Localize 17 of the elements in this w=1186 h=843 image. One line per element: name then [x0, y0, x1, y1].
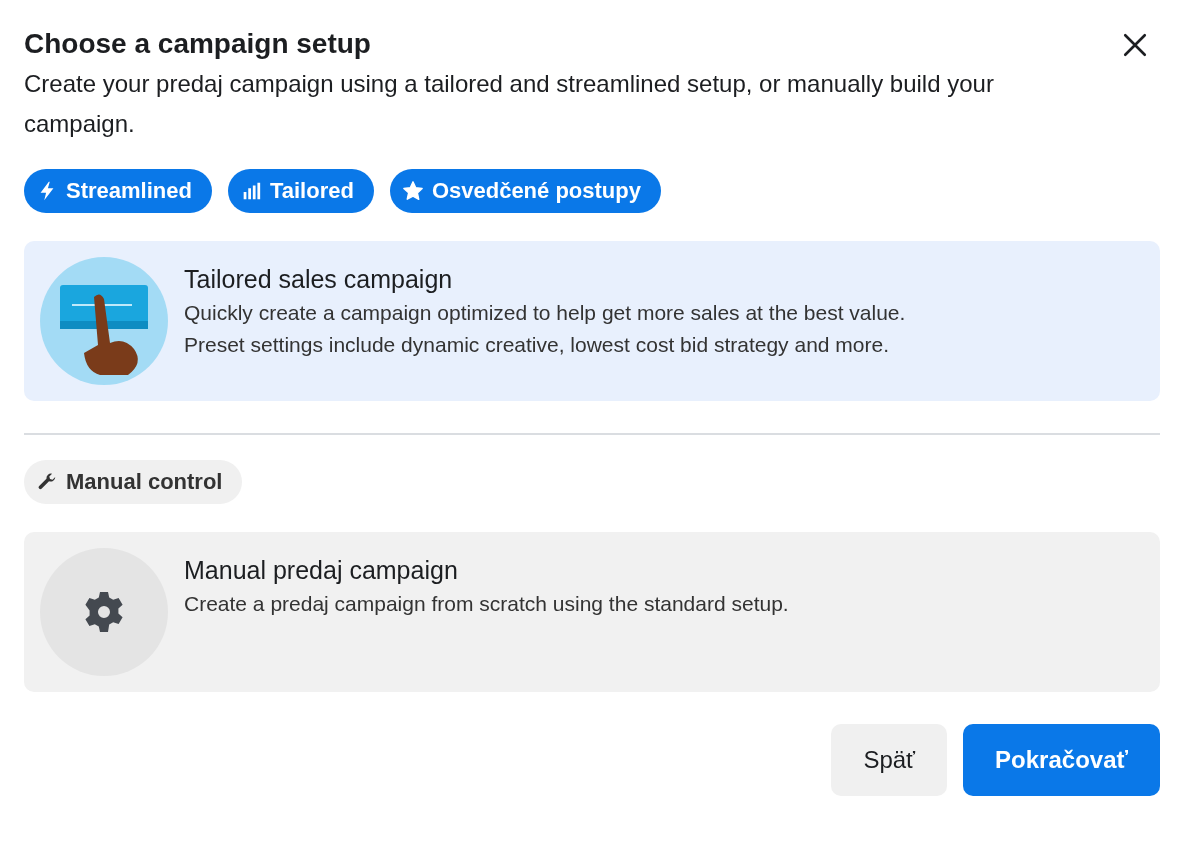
continue-button[interactable]: Pokračovať [963, 724, 1160, 796]
dialog-title: Choose a campaign setup [24, 27, 372, 61]
tag-label: Streamlined [24, 169, 212, 213]
close-icon[interactable] [1122, 32, 1148, 58]
star-icon [401, 180, 424, 202]
tag-label: Osvedčené postupy [389, 169, 661, 213]
campaign-option-card[interactable]: Manual predaj campaign Create a predaj campaign from scratch using the standard setup. [24, 532, 1160, 692]
option-description: Preset settings include dynamic creative, lowest cost bid strategy and more. [184, 332, 890, 358]
campaign-option-card[interactable]: Tailored sales campaign Quickly create a campaign optimized to help get more sales at the best value. Preset settings include dynamic creative, lowest cost bid strategy and more. [24, 241, 1160, 401]
option-title: Manual predaj campaign [184, 555, 459, 586]
dialog-subtitle: Create your predaj campaign using a tailored and streamlined setup, or manually build your campaign. [24, 69, 995, 139]
option-description: Quickly create a campaign optimized to help get more sales at the best value. [184, 300, 906, 326]
tag-label: Tailored [227, 169, 374, 213]
tag-label: Manual control [24, 460, 243, 504]
option-description: Create a predaj campaign from scratch using the standard setup. [184, 591, 789, 617]
option-title: Tailored sales campaign [184, 264, 454, 295]
back-button[interactable]: Späť [831, 724, 948, 796]
